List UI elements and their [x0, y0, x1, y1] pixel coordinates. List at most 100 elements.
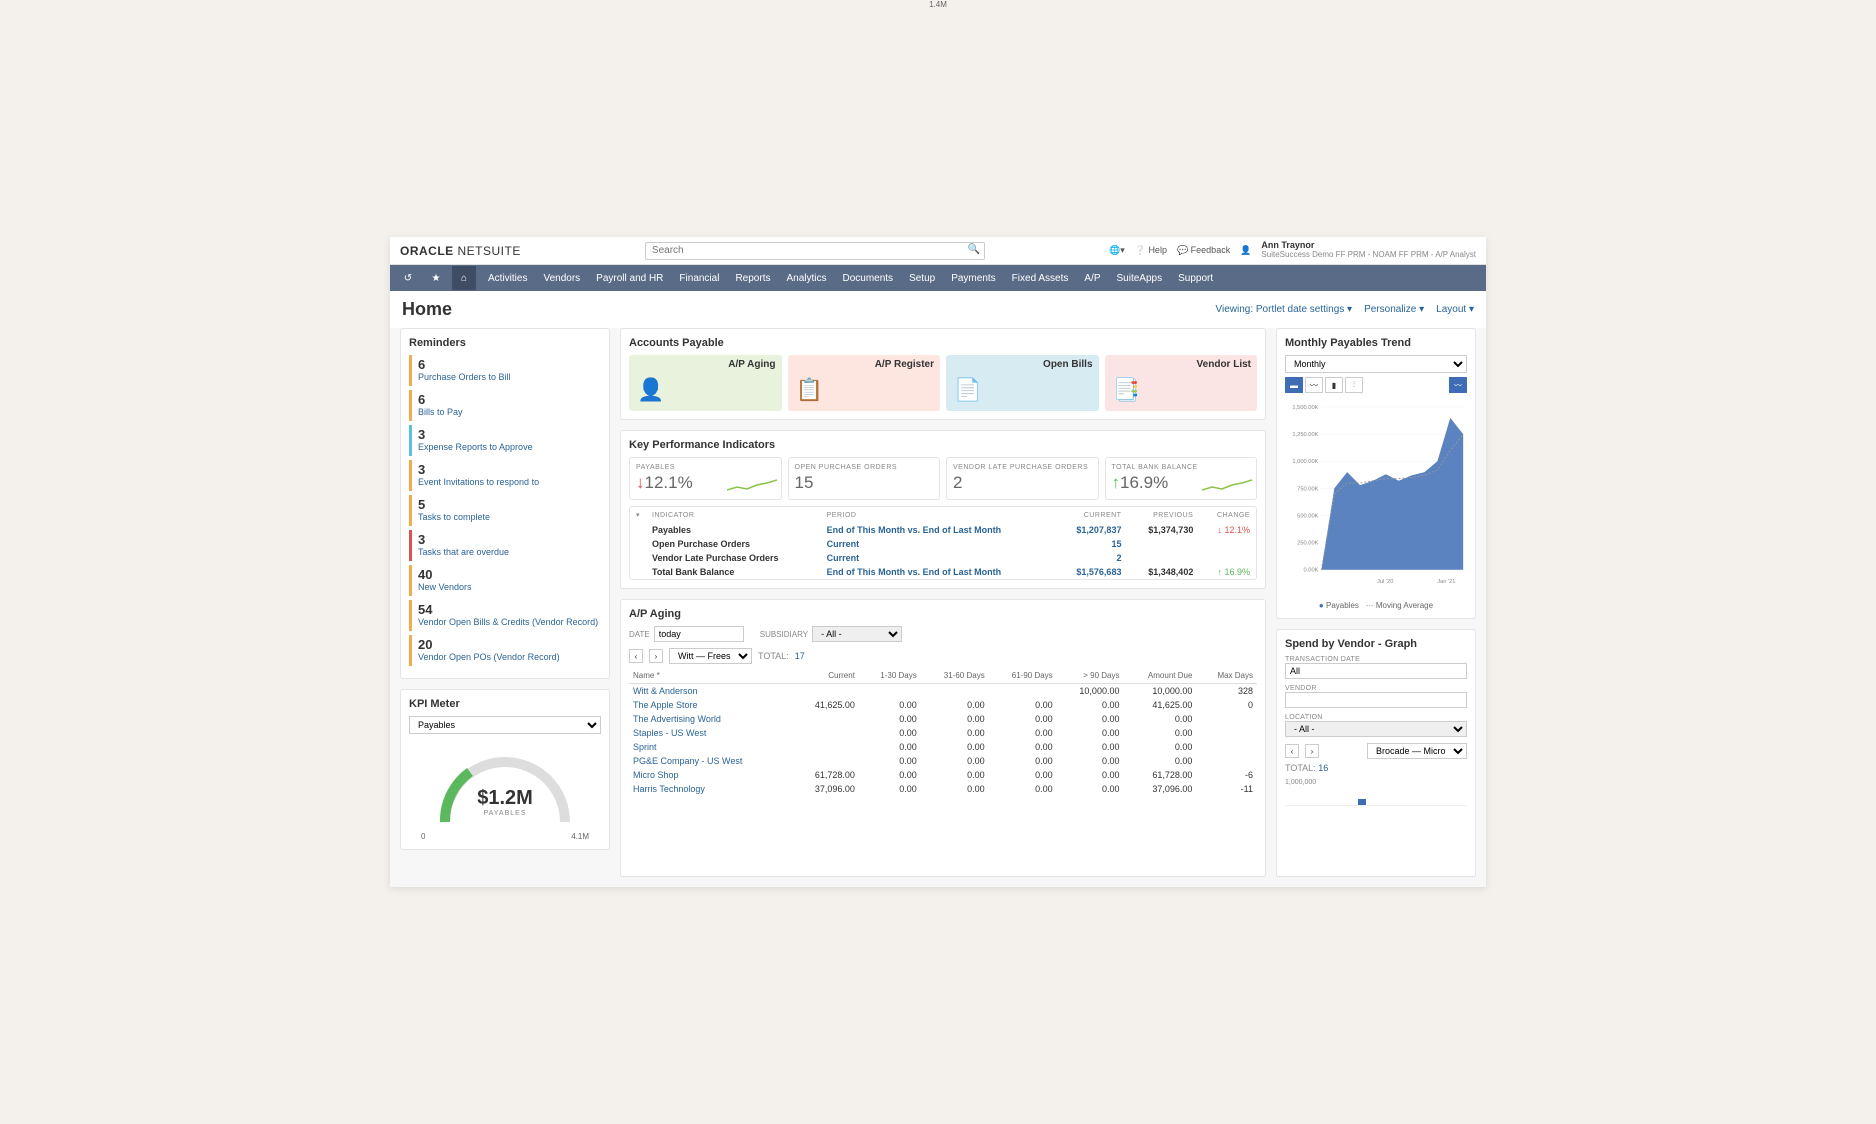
svg-text:Jan '21: Jan '21: [1437, 579, 1455, 585]
nav-item-vendors[interactable]: Vendors: [535, 265, 588, 291]
pager-next[interactable]: ›: [649, 649, 663, 663]
aging-row[interactable]: Witt & Anderson10,000.0010,000.00328: [629, 684, 1257, 699]
feedback-link[interactable]: 💬 Feedback: [1177, 245, 1230, 256]
kpi-meter-portlet: KPI Meter Payables 1.4M $1.2M PAYABLES 0: [400, 689, 610, 850]
aging-row[interactable]: Sprint0.000.000.000.000.00: [629, 740, 1257, 754]
search-icon: 🔍: [967, 244, 979, 255]
aging-row[interactable]: Staples - US West0.000.000.000.000.00: [629, 726, 1257, 740]
kpi-card[interactable]: PAYABLES↓12.1%: [629, 457, 782, 500]
reminder-item[interactable]: 6Purchase Orders to Bill: [409, 355, 601, 386]
spend-vendor-input[interactable]: [1285, 692, 1467, 708]
trend-portlet: Monthly Payables Trend Monthly ▬ 〰 ▮ ⫶ 〰…: [1276, 328, 1476, 619]
page-header: Home Viewing: Portlet date settings ▾ Pe…: [390, 291, 1486, 328]
history-icon[interactable]: ↺: [396, 266, 420, 290]
nav-item-reports[interactable]: Reports: [727, 265, 778, 291]
spend-location-select[interactable]: - All -: [1285, 721, 1467, 737]
chart-type-line[interactable]: 〰: [1305, 377, 1323, 393]
globe-icon[interactable]: 🌐▾: [1109, 245, 1125, 256]
svg-text:1,250.00K: 1,250.00K: [1292, 432, 1318, 438]
star-icon[interactable]: ★: [424, 266, 448, 290]
reminder-item[interactable]: 3Expense Reports to Approve: [409, 425, 601, 456]
trend-period-select[interactable]: Monthly: [1285, 355, 1467, 373]
tile-icon: 📋: [796, 377, 824, 405]
reminder-item[interactable]: 40New Vendors: [409, 565, 601, 596]
home-icon[interactable]: ⌂: [452, 266, 476, 290]
svg-text:1,500.00K: 1,500.00K: [1292, 405, 1318, 411]
spend-txn-input[interactable]: [1285, 663, 1467, 679]
aging-row[interactable]: The Advertising World0.000.000.000.000.0…: [629, 712, 1257, 726]
kpi-card[interactable]: OPEN PURCHASE ORDERS15: [788, 457, 941, 500]
kpi-meter-select[interactable]: Payables: [409, 716, 601, 734]
kpi-row[interactable]: Vendor Late Purchase OrdersCurrent2: [630, 551, 1256, 565]
layout-link[interactable]: Layout ▾: [1436, 304, 1474, 315]
chart-toggle[interactable]: 〰: [1449, 377, 1467, 393]
aging-date-input[interactable]: [654, 626, 744, 642]
kpi-row[interactable]: Total Bank BalanceEnd of This Month vs. …: [630, 565, 1256, 579]
ap-title: Accounts Payable: [629, 337, 1257, 349]
nav-item-payroll-and-hr[interactable]: Payroll and HR: [588, 265, 671, 291]
kpi-title: Key Performance Indicators: [629, 439, 1257, 451]
search-input[interactable]: [652, 243, 962, 259]
aging-row[interactable]: Harris Technology37,096.000.000.000.000.…: [629, 782, 1257, 796]
ap-tile[interactable]: A/P Register📋: [788, 355, 941, 411]
nav-item-a-p[interactable]: A/P: [1076, 265, 1108, 291]
chart-type-area[interactable]: ▬: [1285, 377, 1303, 393]
help-link[interactable]: ❔ Help: [1135, 245, 1167, 256]
nav-item-documents[interactable]: Documents: [834, 265, 901, 291]
aging-subsidiary-select[interactable]: - All -: [812, 626, 902, 642]
ap-tile[interactable]: Vendor List📑: [1105, 355, 1258, 411]
reminder-item[interactable]: 20Vendor Open POs (Vendor Record): [409, 635, 601, 666]
nav-item-setup[interactable]: Setup: [901, 265, 943, 291]
nav-item-suiteapps[interactable]: SuiteApps: [1109, 265, 1171, 291]
kpi-meter-title: KPI Meter: [409, 698, 601, 710]
reminder-item[interactable]: 6Bills to Pay: [409, 390, 601, 421]
svg-text:0.00K: 0.00K: [1304, 568, 1319, 574]
svg-text:750.00K: 750.00K: [1297, 486, 1319, 492]
reminder-item[interactable]: 54Vendor Open Bills & Credits (Vendor Re…: [409, 600, 601, 631]
svg-text:500.00K: 500.00K: [1297, 513, 1319, 519]
spend-pager-prev[interactable]: ‹: [1285, 744, 1299, 758]
trend-chart: 0.00K 250.00K 500.00K 750.00K 1,000.00K 1,250…: [1285, 397, 1467, 597]
page-title: Home: [402, 299, 452, 320]
aging-title: A/P Aging: [629, 608, 1257, 620]
nav-item-financial[interactable]: Financial: [671, 265, 727, 291]
ap-tile[interactable]: Open Bills📄: [946, 355, 1099, 411]
kpi-card[interactable]: TOTAL BANK BALANCE↑16.9%: [1105, 457, 1258, 500]
ap-aging-portlet: A/P Aging DATE SUBSIDIARY- All - ‹ › Wit…: [620, 599, 1266, 877]
nav-item-analytics[interactable]: Analytics: [778, 265, 834, 291]
app-window: ORACLE NETSUITE 🔍 🌐▾ ❔ Help 💬 Feedback 👤…: [390, 237, 1486, 887]
chart-type-bar[interactable]: ▮: [1325, 377, 1343, 393]
chart-type-col[interactable]: ⫶: [1345, 377, 1363, 393]
aging-row[interactable]: The Apple Store41,625.000.000.000.000.00…: [629, 698, 1257, 712]
user-menu[interactable]: Ann Traynor SuiteSuccess Demo FF PRM - N…: [1261, 241, 1476, 260]
viewing-link[interactable]: Viewing: Portlet date settings ▾: [1215, 304, 1352, 315]
spend-pager-next[interactable]: ›: [1305, 744, 1319, 758]
global-search[interactable]: 🔍: [645, 242, 985, 260]
svg-text:Jul '20: Jul '20: [1377, 579, 1393, 585]
kpi-row[interactable]: Open Purchase OrdersCurrent15: [630, 537, 1256, 551]
pager-prev[interactable]: ‹: [629, 649, 643, 663]
ap-tile[interactable]: A/P Aging👤: [629, 355, 782, 411]
reminders-portlet: Reminders 6Purchase Orders to Bill6Bills…: [400, 328, 610, 679]
spend-range-select[interactable]: Brocade — Micro: [1367, 743, 1467, 759]
spend-title: Spend by Vendor - Graph: [1285, 638, 1467, 650]
accounts-payable-portlet: Accounts Payable A/P Aging👤A/P Register📋…: [620, 328, 1266, 420]
kpi-portlet: Key Performance Indicators PAYABLES↓12.1…: [620, 430, 1266, 589]
main-nav: ↺ ★ ⌂ ActivitiesVendorsPayroll and HRFin…: [390, 265, 1486, 291]
nav-item-support[interactable]: Support: [1170, 265, 1221, 291]
kpi-row[interactable]: PayablesEnd of This Month vs. End of Las…: [630, 523, 1256, 537]
reminder-item[interactable]: 3Event Invitations to respond to: [409, 460, 601, 491]
svg-text:1,000.00K: 1,000.00K: [1292, 459, 1318, 465]
nav-item-activities[interactable]: Activities: [480, 265, 535, 291]
nav-item-fixed-assets[interactable]: Fixed Assets: [1004, 265, 1077, 291]
kpi-card[interactable]: VENDOR LATE PURCHASE ORDERS2: [946, 457, 1099, 500]
tile-icon: 👤: [637, 377, 665, 405]
personalize-link[interactable]: Personalize ▾: [1364, 304, 1424, 315]
reminder-item[interactable]: 5Tasks to complete: [409, 495, 601, 526]
aging-row[interactable]: PG&E Company - US West0.000.000.000.000.…: [629, 754, 1257, 768]
svg-text:250.00K: 250.00K: [1297, 541, 1319, 547]
nav-item-payments[interactable]: Payments: [943, 265, 1003, 291]
aging-range-select[interactable]: Witt — Frees: [669, 648, 752, 664]
aging-row[interactable]: Micro Shop61,728.000.000.000.000.0061,72…: [629, 768, 1257, 782]
reminder-item[interactable]: 3Tasks that are overdue: [409, 530, 601, 561]
